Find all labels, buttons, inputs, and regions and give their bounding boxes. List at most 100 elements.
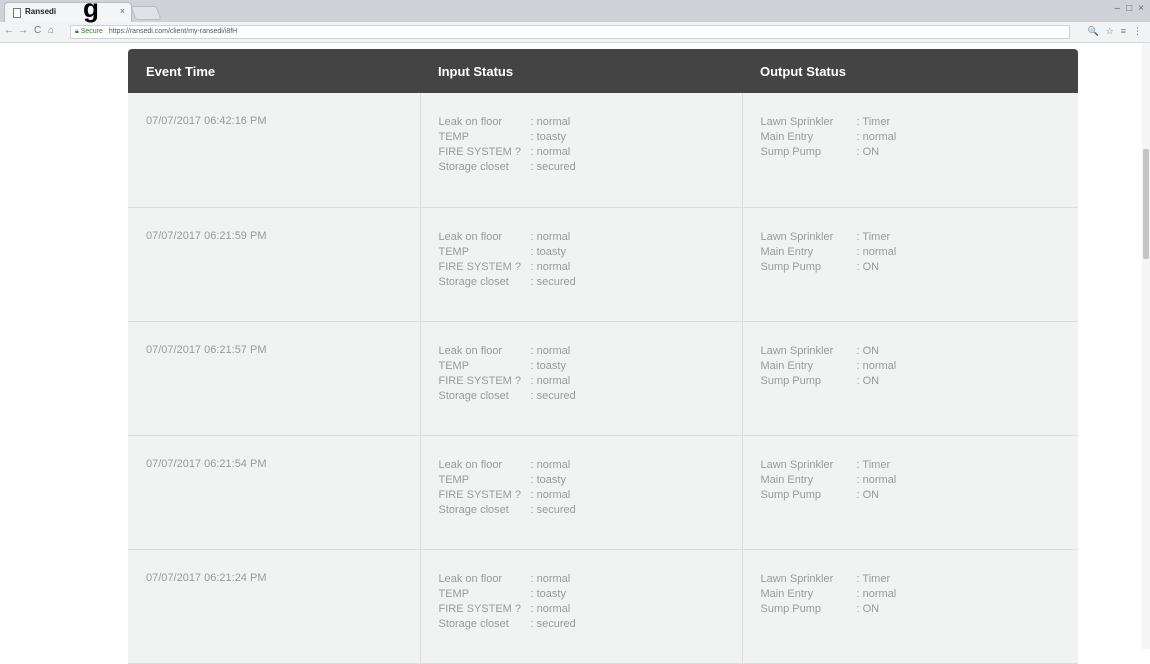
output-value: : ON (856, 488, 880, 501)
input-value: : normal (530, 458, 571, 471)
back-icon[interactable]: ← (4, 25, 14, 36)
secure-label: Secure (80, 28, 103, 35)
input-label: TEMP (438, 473, 470, 486)
menu-icon[interactable]: ⋮ (1133, 26, 1142, 37)
input-label: Leak on floor (438, 344, 503, 357)
input-status-cell: Leak on floor: normal TEMP : toasty FIRE SY… (419, 435, 742, 550)
output-status-line: Sump Pump: ON (761, 602, 1079, 617)
overlay-glyph: g (83, 0, 99, 23)
output-status-line: Sump Pump : ON (761, 260, 1079, 275)
output-label: Main Entry (760, 587, 814, 600)
input-label: TEMP (438, 131, 470, 143)
table-row: 07/07/2017 06:21:54 PM Leak on floor: nor… (128, 435, 1079, 550)
output-label: Sump Pump (760, 374, 822, 387)
input-status-line: Leak on floor: normal (439, 572, 742, 587)
browser-tab[interactable]: Ransedi × (4, 2, 132, 22)
input-label: Storage closet (438, 617, 509, 630)
output-label: Lawn Sprinkler (760, 458, 834, 471)
output-status-line: Lawn Sprinkler: Timer (761, 115, 1079, 130)
extensions-icon[interactable]: ≡ (1121, 26, 1126, 37)
output-label: Main Entry (760, 131, 814, 143)
output-status-line: Lawn Sprinkler: Timer (761, 572, 1079, 587)
input-status-line: FIRE SYSTEM ?: normal (439, 374, 742, 389)
output-label: Main Entry (760, 473, 814, 486)
lock-icon: 🔒︎ (75, 28, 79, 35)
input-label: FIRE SYSTEM ? (438, 602, 522, 615)
input-value: : secured (530, 389, 576, 402)
event-time-cell: 07/07/2017 06:21:54 PM (128, 435, 420, 550)
input-status-line: FIRE SYSTEM ?: normal (439, 488, 742, 503)
table-row: 07/07/2017 06:21:57 PM Leak on floor: nor… (128, 321, 1079, 436)
input-status-cell: Leak on floor : normal TEMP: toasty FIRE SY… (419, 321, 742, 436)
input-value: : normal (530, 146, 571, 158)
output-status-line: Lawn Sprinkler: Timer (761, 230, 1079, 245)
address-bar[interactable]: 🔒︎ Secure https://ransedi.com/client/my-… (70, 25, 1070, 39)
home-icon[interactable]: ⌂ (48, 25, 54, 36)
page-scrollbar[interactable] (1142, 43, 1150, 649)
output-status-cell: Lawn Sprinkler: Timer Main Entry: normal S… (741, 93, 1079, 208)
reload-icon[interactable]: C (34, 25, 41, 36)
event-time-cell: 07/07/2017 06:21:59 PM (128, 207, 420, 322)
input-label: FIRE SYSTEM ? (438, 260, 522, 273)
output-value: : normal (856, 131, 897, 143)
output-value: : ON (856, 146, 880, 158)
close-window-icon[interactable]: × (1138, 3, 1144, 14)
input-status-line: TEMP: toasty (439, 245, 742, 260)
table-row: 07/07/2017 06:42:16 PM Leak on floor: nor… (128, 93, 1079, 208)
url-text[interactable]: https://ransedi.com/client/my-ransedi/i8… (109, 28, 237, 35)
close-tab-icon[interactable]: × (120, 6, 125, 16)
tab-title: Ransedi (25, 7, 57, 16)
input-label: TEMP (438, 587, 470, 600)
output-status-line: Sump Pump : ON (761, 488, 1079, 503)
input-status-cell: Leak on floor: normal TEMP: toasty FIRE SY… (419, 207, 742, 322)
event-time-cell: 07/07/2017 06:42:16 PM (128, 93, 420, 208)
input-value: : secured (530, 275, 576, 288)
output-status-line: Main Entry: normal (761, 359, 1079, 374)
browser-titlebar: Ransedi × – □ × (0, 0, 1150, 22)
input-status-line: Storage closet : secured (439, 389, 742, 404)
output-status-cell: Lawn Sprinkler: Timer Main Entry: normal S… (741, 207, 1079, 322)
header-event-time: Event Time (146, 63, 216, 79)
maximize-icon[interactable]: □ (1126, 3, 1132, 14)
table-row: 07/07/2017 06:21:24 PM Leak on floor: nor… (128, 549, 1079, 664)
input-value: : normal (530, 488, 571, 501)
input-value: : normal (530, 374, 571, 387)
scroll-thumb[interactable] (1143, 149, 1149, 259)
input-status-line: FIRE SYSTEM ? : normal (439, 145, 742, 160)
toolbar-actions: 🔍 ☆ ≡ ⋮ (1087, 26, 1142, 37)
page-icon (13, 8, 21, 18)
input-value: : secured (530, 503, 576, 516)
input-status-line: TEMP: toasty (439, 359, 742, 374)
input-status-line: Storage closet: secured (439, 160, 742, 175)
new-tab-button[interactable] (130, 6, 162, 20)
output-label: Lawn Sprinkler (760, 344, 834, 357)
output-label: Sump Pump (760, 260, 822, 273)
forward-icon[interactable]: → (18, 25, 28, 36)
output-label: Sump Pump (760, 488, 822, 501)
minimize-icon[interactable]: – (1115, 3, 1121, 14)
output-value: : ON (856, 374, 880, 387)
input-value: : secured (530, 161, 576, 173)
input-label: Storage closet (438, 275, 509, 288)
output-label: Lawn Sprinkler (760, 116, 834, 128)
output-label: Main Entry (760, 245, 814, 258)
input-value: : toasty (530, 473, 566, 486)
output-value: : ON (856, 344, 880, 357)
output-value: : Timer (856, 458, 891, 471)
output-status-line: Main Entry: normal (761, 473, 1079, 488)
output-status-line: Lawn Sprinkler : Timer (761, 458, 1079, 473)
output-status-line: Main Entry: normal (761, 587, 1079, 602)
star-icon[interactable]: ☆ (1106, 26, 1114, 37)
input-label: FIRE SYSTEM ? (438, 146, 522, 158)
input-status-line: Leak on floor: normal (439, 458, 742, 473)
output-value: : ON (856, 260, 880, 273)
window-controls: – □ × (1115, 3, 1144, 14)
input-value: : toasty (530, 245, 566, 258)
input-status-line: Storage closet: secured (439, 617, 742, 632)
output-status-cell: Lawn Sprinkler: Timer Main Entry: normal S… (741, 549, 1079, 664)
zoom-icon[interactable]: 🔍 (1087, 26, 1098, 37)
event-time-cell: 07/07/2017 06:21:24 PM (128, 549, 420, 664)
input-label: Storage closet (438, 389, 509, 402)
header-output-status: Output Status (760, 63, 846, 79)
output-value: : normal (856, 359, 897, 372)
